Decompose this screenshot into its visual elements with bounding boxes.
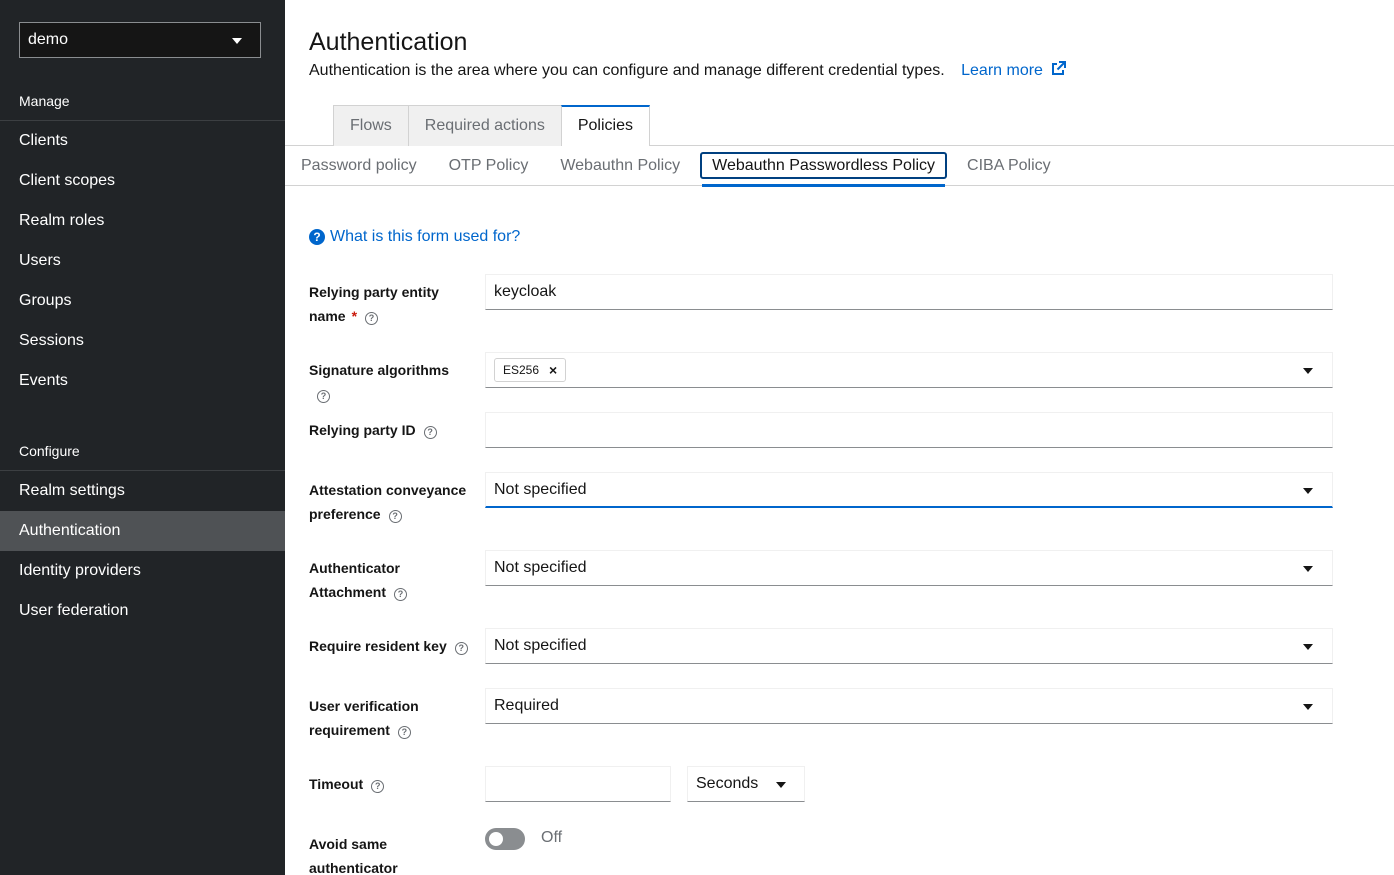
avoid-same-label-line2: authenticator [309, 860, 398, 875]
signature-algorithms-select[interactable]: ES256 × [485, 352, 1333, 388]
sidebar-item-realm-settings[interactable]: Realm settings [0, 471, 285, 511]
sidebar-item-users[interactable]: Users [0, 241, 285, 281]
timeout-unit-value: Seconds [696, 775, 759, 792]
chevron-down-icon [1303, 566, 1313, 572]
user-verification-label-line2: requirement [309, 722, 390, 738]
subtab-webauthn-policy[interactable]: Webauthn Policy [544, 146, 696, 186]
user-verification-label: User verification requirement? [309, 694, 469, 742]
attestation-label-line1: Attestation conveyance [309, 482, 467, 498]
sidebar-item-groups[interactable]: Groups [0, 281, 285, 321]
question-circle-icon: ? [309, 229, 325, 245]
attachment-select[interactable]: Not specified [485, 550, 1333, 586]
user-verification-label-line1: User verification [309, 698, 419, 714]
form-help-link[interactable]: ? What is this form used for? [309, 228, 520, 246]
timeout-input[interactable] [485, 766, 671, 802]
help-icon[interactable]: ? [454, 642, 468, 655]
resident-key-select[interactable]: Not specified [485, 628, 1333, 664]
sidebar-item-client-scopes[interactable]: Client scopes [0, 161, 285, 201]
sidebar-item-clients[interactable]: Clients [0, 121, 285, 161]
attestation-label: Attestation conveyance preference? [309, 478, 469, 526]
toggle-knob [489, 832, 503, 846]
page-description: Authentication is the area where you can… [309, 61, 1067, 80]
timeout-label-text: Timeout [309, 776, 364, 792]
sidebar-item-events[interactable]: Events [0, 361, 285, 401]
learn-more-link[interactable]: Learn more [961, 61, 1067, 79]
rp-id-label: Relying party ID? [309, 418, 469, 442]
avoid-same-toggle[interactable] [485, 828, 525, 850]
user-verification-value: Required [494, 697, 559, 714]
help-icon[interactable]: ? [423, 426, 437, 439]
help-icon[interactable]: ? [388, 510, 402, 523]
chevron-down-icon [232, 38, 242, 44]
external-link-icon [1052, 61, 1067, 75]
subtab-webauthn-passwordless-policy[interactable]: Webauthn Passwordless Policy [696, 146, 951, 187]
avoid-same-label-line1: Avoid same [309, 836, 388, 852]
chevron-down-icon [776, 782, 786, 788]
page-description-text: Authentication is the area where you can… [309, 62, 945, 79]
attestation-select[interactable]: Not specified [485, 472, 1333, 508]
form-help-link-label: What is this form used for? [330, 228, 521, 245]
timeout-label: Timeout? [309, 772, 469, 796]
chevron-down-icon [1303, 368, 1313, 374]
help-icon[interactable]: ? [317, 390, 330, 403]
policy-subtabs: Password policy OTP Policy Webauthn Poli… [285, 146, 1394, 187]
tab-required-actions[interactable]: Required actions [407, 105, 562, 146]
sidebar-item-realm-roles[interactable]: Realm roles [0, 201, 285, 241]
page-title: Authentication [309, 28, 468, 56]
attachment-label: Authenticator Attachment? [309, 556, 469, 604]
avoid-same-label: Avoid same authenticator [309, 832, 469, 875]
rp-entity-name-label-line1: Relying party entity [309, 284, 439, 300]
chevron-down-icon [1303, 704, 1313, 710]
sidebar-item-user-federation[interactable]: User federation [0, 591, 285, 631]
signature-algorithms-label: Signature algorithms? [309, 358, 469, 406]
user-verification-select[interactable]: Required [485, 688, 1333, 724]
help-icon[interactable]: ? [397, 726, 411, 739]
nav-section-title-configure: Configure [0, 431, 285, 471]
help-icon[interactable]: ? [365, 312, 379, 325]
sidebar-item-identity-providers[interactable]: Identity providers [0, 551, 285, 591]
resident-key-value: Not specified [494, 637, 587, 654]
attachment-label-line1: Authenticator [309, 560, 400, 576]
resident-key-label: Require resident key? [309, 634, 479, 658]
attestation-value: Not specified [494, 480, 587, 498]
close-icon[interactable]: × [549, 362, 557, 378]
chip-label: ES256 [503, 363, 540, 377]
subtab-ciba-policy[interactable]: CIBA Policy [951, 146, 1067, 186]
rp-entity-name-value: keycloak [494, 283, 557, 300]
nav-section-manage: Manage Clients Client scopes Realm roles… [0, 81, 285, 401]
required-asterisk: * [351, 308, 358, 324]
chevron-down-icon [1303, 644, 1313, 650]
attachment-label-line2: Attachment [309, 584, 387, 600]
subtab-otp-policy[interactable]: OTP Policy [433, 146, 545, 186]
rp-id-input[interactable] [485, 412, 1333, 448]
sidebar-item-authentication[interactable]: Authentication [0, 511, 285, 551]
help-icon[interactable]: ? [371, 780, 385, 793]
signature-algorithms-label-text: Signature algorithms [309, 362, 450, 378]
timeout-unit-select[interactable]: Seconds [687, 766, 805, 802]
rp-entity-name-input[interactable]: keycloak [485, 274, 1333, 310]
signature-algorithm-chip: ES256 × [494, 358, 567, 382]
rp-id-label-text: Relying party ID [309, 422, 416, 438]
sidebar-item-sessions[interactable]: Sessions [0, 321, 285, 361]
nav-section-title-manage: Manage [0, 81, 285, 121]
subtab-webauthn-passwordless-label: Webauthn Passwordless Policy [700, 151, 948, 179]
realm-selector[interactable]: demo [19, 22, 261, 58]
attestation-label-line2: preference [309, 506, 381, 522]
tab-policies[interactable]: Policies [560, 105, 650, 146]
resident-key-label-text: Require resident key [309, 638, 447, 654]
chevron-down-icon [1303, 488, 1313, 494]
main-content: Authentication Authentication is the are… [285, 0, 1394, 875]
subtab-password-policy[interactable]: Password policy [285, 146, 433, 186]
nav-section-configure: Configure Realm settings Authentication … [0, 431, 285, 631]
realm-selector-value: demo [28, 31, 69, 48]
learn-more-label: Learn more [961, 62, 1043, 79]
main-tabs: Flows Required actions Policies [333, 105, 650, 146]
attachment-value: Not specified [494, 559, 587, 576]
tab-flows[interactable]: Flows [333, 105, 409, 146]
rp-entity-name-label: Relying party entity name *? [309, 280, 469, 328]
avoid-same-toggle-label: Off [541, 829, 563, 846]
sidebar: demo Manage Clients Client scopes Realm … [0, 0, 285, 875]
rp-entity-name-label-line2: name [309, 308, 346, 324]
help-icon[interactable]: ? [394, 588, 408, 601]
